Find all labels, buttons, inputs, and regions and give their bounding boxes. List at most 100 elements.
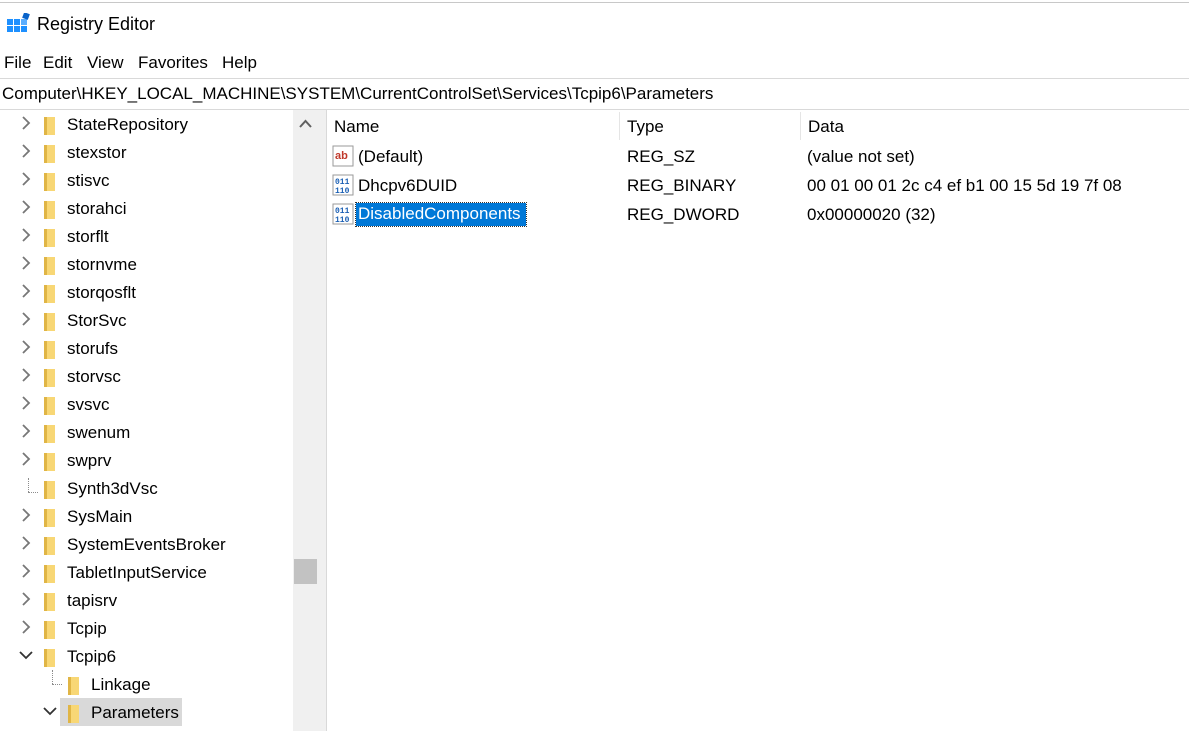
tree-item-label: Parameters — [91, 703, 179, 722]
tree-item-label: storqosflt — [67, 283, 136, 302]
scroll-thumb[interactable] — [294, 559, 317, 584]
pane-splitter[interactable] — [318, 110, 327, 731]
tree-item-tcpip6[interactable]: Tcpip6 — [0, 643, 318, 671]
chevron-right-icon[interactable] — [18, 143, 34, 159]
column-header-name[interactable]: Name — [334, 117, 379, 137]
chevron-right-icon[interactable] — [18, 339, 34, 355]
chevron-right-icon[interactable] — [18, 395, 34, 411]
tree-item-stornvme[interactable]: stornvme — [0, 251, 318, 279]
menu-bar: File Edit View Favorites Help — [0, 50, 1189, 76]
chevron-right-icon[interactable] — [18, 199, 34, 215]
folder-icon — [44, 117, 55, 135]
window-title: Registry Editor — [37, 14, 156, 34]
folder-icon — [44, 173, 55, 191]
chevron-right-icon[interactable] — [18, 563, 34, 579]
column-header-type[interactable]: Type — [627, 117, 664, 137]
column-header-data[interactable]: Data — [808, 117, 844, 137]
tree-item-staterepository[interactable]: StateRepository — [0, 111, 318, 139]
tree-item-storahci[interactable]: storahci — [0, 195, 318, 223]
chevron-right-icon[interactable] — [18, 423, 34, 439]
tree-item-tcpip[interactable]: Tcpip — [0, 615, 318, 643]
menu-view[interactable]: View — [87, 53, 124, 73]
tree-item-label: swprv — [67, 451, 112, 470]
tree-item-storvsc[interactable]: storvsc — [0, 363, 318, 391]
address-bar[interactable]: Computer\HKEY_LOCAL_MACHINE\SYSTEM\Curre… — [0, 78, 1189, 110]
menu-help[interactable]: Help — [222, 53, 257, 73]
folder-icon — [44, 313, 55, 331]
folder-icon — [44, 229, 55, 247]
values-list: Name Type Data ab (Default) REG_SZ (valu… — [327, 110, 1189, 731]
folder-icon — [44, 285, 55, 303]
tree-item-label: TabletInputService — [67, 563, 207, 582]
string-value-icon: ab — [332, 145, 354, 167]
scroll-up-arrow-icon[interactable] — [293, 110, 318, 138]
chevron-right-icon[interactable] — [18, 171, 34, 187]
tree-item-tapisrv[interactable]: tapisrv — [0, 587, 318, 615]
value-data: 00 01 00 01 2c c4 ef b1 00 15 5d 19 7f 0… — [807, 176, 1122, 195]
tree-item-storqosflt[interactable]: storqosflt — [0, 279, 318, 307]
key-tree: StateRepository stexstor stisvc storahci sto… — [0, 110, 318, 731]
tree-item-label: StorSvc — [67, 311, 127, 330]
chevron-right-icon[interactable] — [18, 451, 34, 467]
chevron-right-icon[interactable] — [18, 115, 34, 131]
tree-item-swenum[interactable]: swenum — [0, 419, 318, 447]
tree-item-sysmain[interactable]: SysMain — [0, 503, 318, 531]
value-row[interactable]: 011 110 Dhcpv6DUID REG_BINARY 00 01 00 0… — [327, 171, 1189, 200]
tree-item-label: storufs — [67, 339, 119, 358]
chevron-right-icon[interactable] — [18, 535, 34, 551]
tree-item-storsvc[interactable]: StorSvc — [0, 307, 318, 335]
value-type: REG_DWORD — [627, 205, 740, 224]
window-top-border — [0, 2, 1189, 3]
chevron-right-icon[interactable] — [18, 311, 34, 327]
chevron-down-icon[interactable] — [42, 703, 58, 719]
tree-item-label: SystemEventsBroker — [67, 535, 226, 554]
tree-item-stisvc[interactable]: stisvc — [0, 167, 318, 195]
address-path[interactable]: Computer\HKEY_LOCAL_MACHINE\SYSTEM\Curre… — [2, 84, 713, 104]
menu-edit[interactable]: Edit — [43, 53, 72, 73]
column-separator[interactable] — [800, 112, 801, 140]
tree-item-tabletinputservice[interactable]: TabletInputService — [0, 559, 318, 587]
tree-item-svsvc[interactable]: svsvc — [0, 391, 318, 419]
tree-item-swprv[interactable]: swprv — [0, 447, 318, 475]
binary-value-icon: 011 110 — [332, 203, 354, 225]
tree-item-label: stexstor — [67, 143, 127, 162]
value-row-selected[interactable]: 011 110 DisabledComponents REG_DWORD 0x0… — [327, 200, 1189, 229]
registry-editor-icon — [7, 13, 30, 32]
chevron-right-icon[interactable] — [18, 507, 34, 523]
chevron-down-icon[interactable] — [18, 647, 34, 663]
menu-file[interactable]: File — [4, 53, 31, 73]
tree-item-label: storahci — [67, 199, 127, 218]
chevron-right-icon[interactable] — [18, 367, 34, 383]
folder-icon — [44, 341, 55, 359]
tree-item-label: StateRepository — [67, 115, 188, 134]
chevron-right-icon[interactable] — [18, 283, 34, 299]
chevron-right-icon[interactable] — [18, 619, 34, 635]
svg-text:011: 011 — [335, 207, 350, 216]
tree-item-parameters[interactable]: Parameters — [0, 699, 318, 727]
tree-item-systemeventsbroker[interactable]: SystemEventsBroker — [0, 531, 318, 559]
tree-item-label: stisvc — [67, 171, 110, 190]
tree-item-label: Linkage — [91, 675, 151, 694]
folder-icon — [44, 593, 55, 611]
tree-scrollbar[interactable] — [293, 110, 318, 731]
menu-favorites[interactable]: Favorites — [138, 53, 208, 73]
value-name: DisabledComponents — [355, 202, 527, 227]
value-row[interactable]: ab (Default) REG_SZ (value not set) — [327, 142, 1189, 171]
chevron-right-icon[interactable] — [18, 255, 34, 271]
tree-item-storflt[interactable]: storflt — [0, 223, 318, 251]
svg-text:110: 110 — [335, 187, 350, 196]
folder-icon — [44, 481, 55, 499]
value-type: REG_BINARY — [627, 176, 737, 195]
tree-item-storufs[interactable]: storufs — [0, 335, 318, 363]
chevron-right-icon[interactable] — [18, 591, 34, 607]
tree-item-label: storflt — [67, 227, 109, 246]
tree-item-linkage[interactable]: Linkage — [0, 671, 318, 699]
column-separator[interactable] — [619, 112, 620, 140]
tree-item-synth3dvsc[interactable]: Synth3dVsc — [0, 475, 318, 503]
tree-item-stexstor[interactable]: stexstor — [0, 139, 318, 167]
folder-icon — [44, 145, 55, 163]
title-bar: Registry Editor — [0, 0, 1189, 50]
svg-text:011: 011 — [335, 178, 350, 187]
chevron-right-icon[interactable] — [18, 227, 34, 243]
folder-icon — [44, 425, 55, 443]
